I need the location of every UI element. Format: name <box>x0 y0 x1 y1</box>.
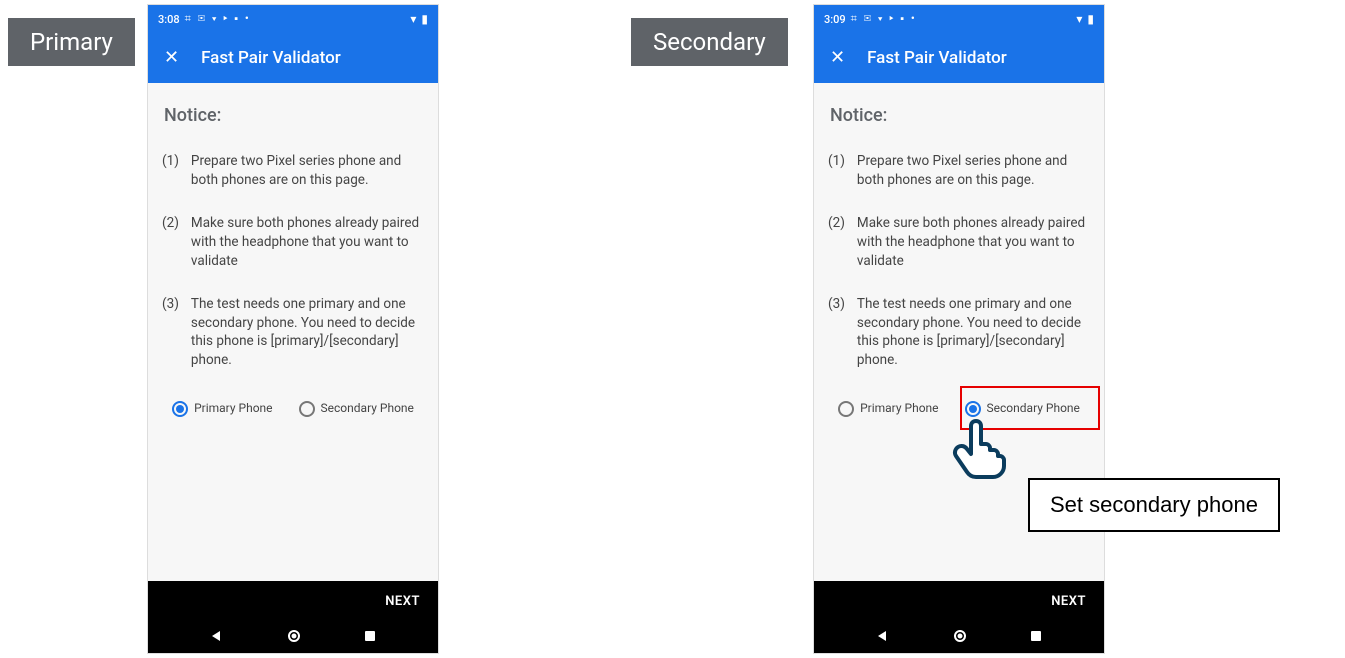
radio-secondary[interactable]: Secondary Phone <box>299 400 414 417</box>
step-text: The test needs one primary and one secon… <box>191 295 424 371</box>
step-2: (2) Make sure both phones already paired… <box>162 214 424 271</box>
radio-primary[interactable]: Primary Phone <box>838 400 938 417</box>
step-2: (2) Make sure both phones already paired… <box>828 214 1090 271</box>
content-area: Notice: (1) Prepare two Pixel series pho… <box>814 83 1104 437</box>
radio-label: Secondary Phone <box>321 400 414 417</box>
callout-box: Set secondary phone <box>1028 478 1280 532</box>
close-icon[interactable]: ✕ <box>830 49 845 67</box>
battery-icon: ▮ <box>421 12 428 26</box>
step-1: (1) Prepare two Pixel series phone and b… <box>162 152 424 190</box>
step-number: (1) <box>828 152 845 190</box>
step-1: (1) Prepare two Pixel series phone and b… <box>828 152 1090 190</box>
content-area: Notice: (1) Prepare two Pixel series pho… <box>148 83 438 437</box>
radio-icon <box>838 401 854 417</box>
radio-primary[interactable]: Primary Phone <box>172 400 272 417</box>
wifi-icon: ▾ <box>1076 12 1082 26</box>
wifi-icon: ▾ <box>410 12 416 26</box>
step-text: Prepare two Pixel series phone and both … <box>191 152 424 190</box>
secondary-label: Secondary <box>631 18 788 66</box>
bottom-section: NEXT <box>814 581 1104 653</box>
radio-icon <box>299 401 315 417</box>
nav-bar <box>148 621 438 653</box>
next-button[interactable]: NEXT <box>148 581 438 621</box>
close-icon[interactable]: ✕ <box>164 49 179 67</box>
step-text: Make sure both phones already paired wit… <box>857 214 1090 271</box>
step-text: The test needs one primary and one secon… <box>857 295 1090 371</box>
radio-secondary[interactable]: Secondary Phone <box>965 400 1080 417</box>
nav-home-icon[interactable] <box>953 629 967 643</box>
bottom-section: NEXT <box>148 581 438 653</box>
radio-label: Secondary Phone <box>987 400 1080 417</box>
status-time: 3:09 <box>824 13 846 26</box>
radio-label: Primary Phone <box>194 400 272 417</box>
nav-recent-icon[interactable] <box>364 630 376 642</box>
radio-group: Primary Phone Secondary Phone <box>162 400 424 417</box>
primary-label: Primary <box>8 18 135 66</box>
status-time: 3:08 <box>158 13 180 26</box>
phone-secondary: 3:09 ⌗ ✉ ▾ ▸ ▪ • ▾ ▮ ✕ Fast Pair Validat… <box>814 5 1104 653</box>
step-3: (3) The test needs one primary and one s… <box>828 295 1090 371</box>
radio-icon <box>965 401 981 417</box>
step-3: (3) The test needs one primary and one s… <box>162 295 424 371</box>
notice-heading: Notice: <box>828 103 1090 128</box>
battery-icon: ▮ <box>1087 12 1094 26</box>
radio-group: Primary Phone Secondary Phone <box>828 400 1090 417</box>
status-bar: 3:08 ⌗ ✉ ▾ ▸ ▪ • ▾ ▮ <box>148 5 438 33</box>
step-number: (1) <box>162 152 179 190</box>
nav-home-icon[interactable] <box>287 629 301 643</box>
notice-heading: Notice: <box>162 103 424 128</box>
app-title: Fast Pair Validator <box>201 48 341 68</box>
step-text: Make sure both phones already paired wit… <box>191 214 424 271</box>
status-icons-left: ⌗ ✉ ▾ ▸ ▪ • <box>851 12 917 26</box>
step-text: Prepare two Pixel series phone and both … <box>857 152 1090 190</box>
app-bar: ✕ Fast Pair Validator <box>148 33 438 83</box>
step-number: (3) <box>828 295 845 371</box>
status-icons-left: ⌗ ✉ ▾ ▸ ▪ • <box>185 12 251 26</box>
nav-bar <box>814 621 1104 653</box>
nav-back-icon[interactable] <box>876 629 890 643</box>
radio-label: Primary Phone <box>860 400 938 417</box>
nav-back-icon[interactable] <box>210 629 224 643</box>
step-number: (2) <box>162 214 179 271</box>
step-number: (3) <box>162 295 179 371</box>
nav-recent-icon[interactable] <box>1030 630 1042 642</box>
app-bar: ✕ Fast Pair Validator <box>814 33 1104 83</box>
app-title: Fast Pair Validator <box>867 48 1007 68</box>
radio-icon <box>172 401 188 417</box>
phone-primary: 3:08 ⌗ ✉ ▾ ▸ ▪ • ▾ ▮ ✕ Fast Pair Validat… <box>148 5 438 653</box>
callout-text: Set secondary phone <box>1050 492 1258 517</box>
status-bar: 3:09 ⌗ ✉ ▾ ▸ ▪ • ▾ ▮ <box>814 5 1104 33</box>
step-number: (2) <box>828 214 845 271</box>
next-button[interactable]: NEXT <box>814 581 1104 621</box>
